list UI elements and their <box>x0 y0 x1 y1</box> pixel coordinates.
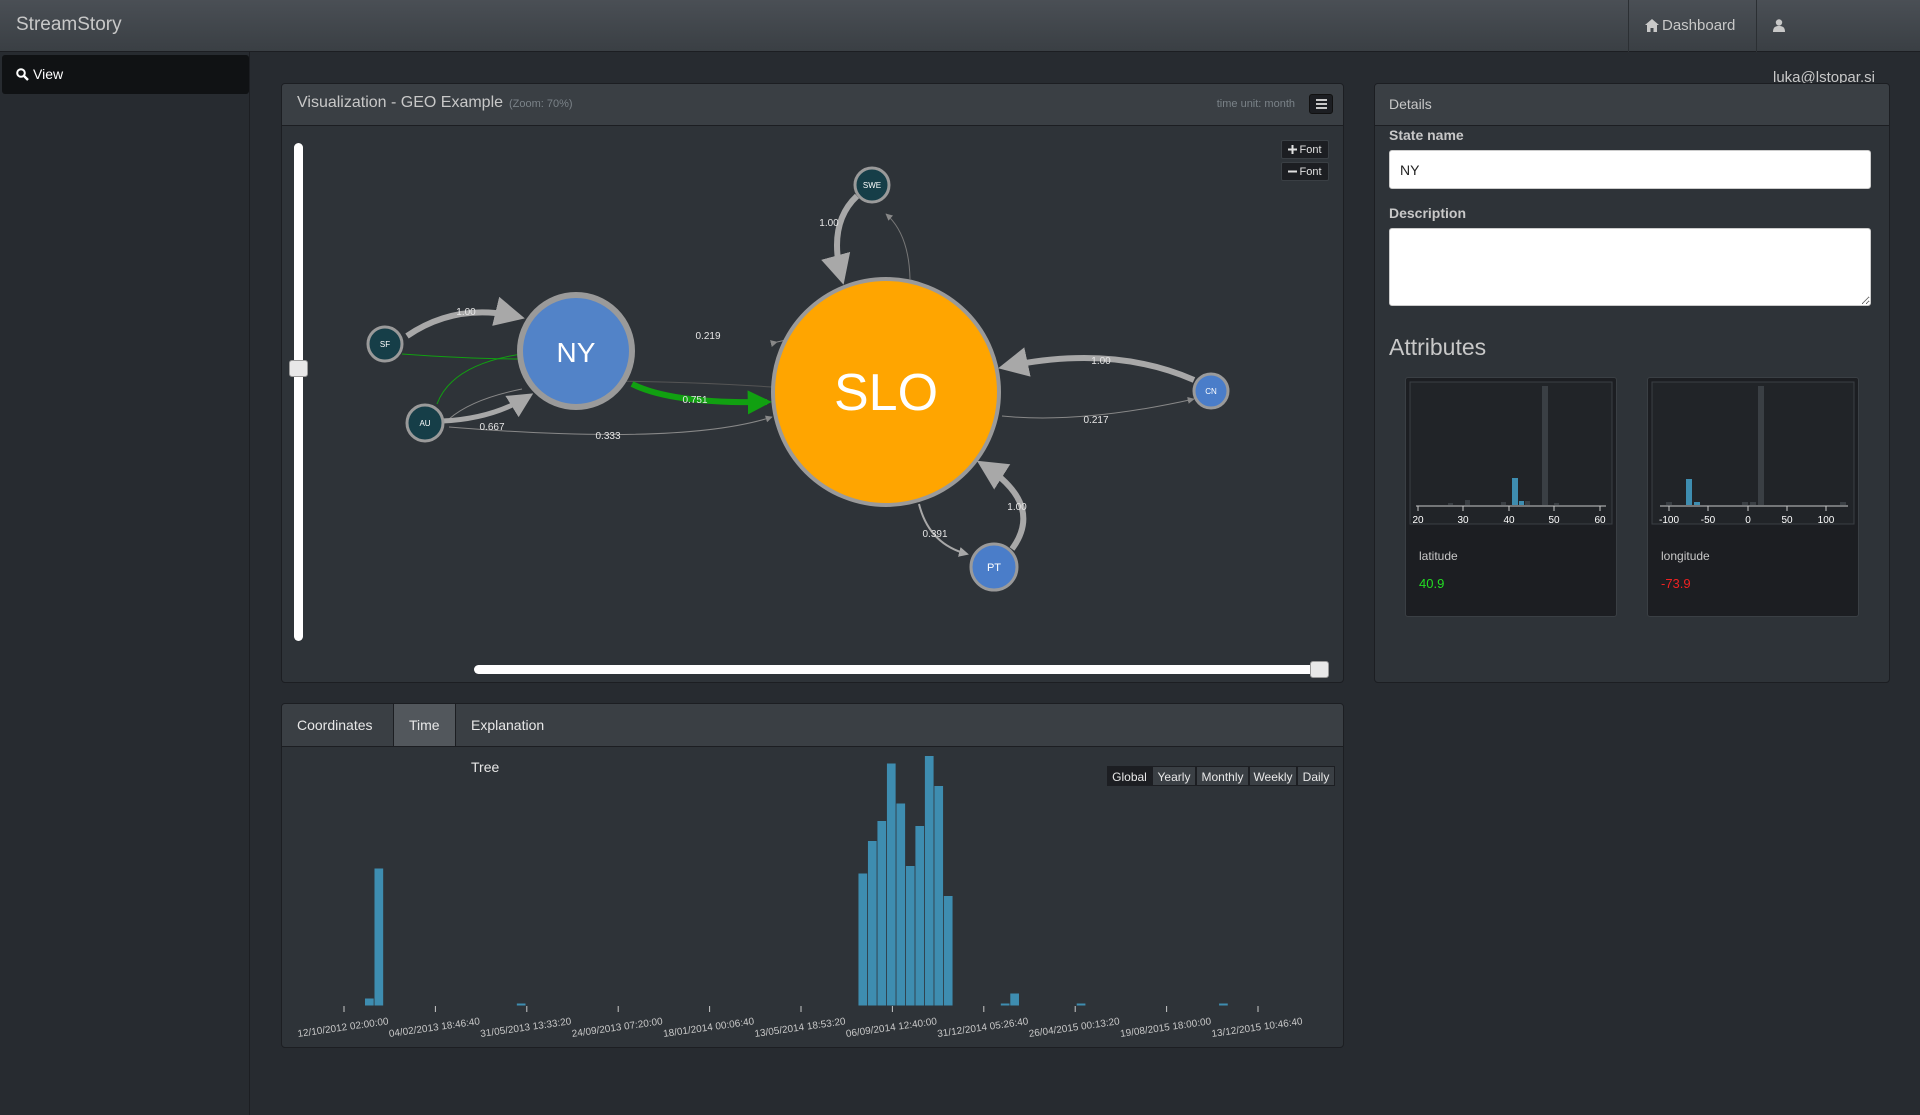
time-bar <box>943 896 953 1006</box>
attribute-card-longitude: -100 -50 0 50 100 longitude -73.9 <box>1647 377 1859 617</box>
state-graph[interactable]: 1.00 1.00 0.219 0.751 0.667 0.333 1.00 0… <box>282 84 1344 683</box>
time-bar <box>886 763 896 1006</box>
time-bar <box>924 756 934 1006</box>
time-tick-label: 31/05/2013 13:33:20 <box>480 1016 573 1040</box>
attribute-name: longitude <box>1661 549 1710 563</box>
time-scale-slider-thumb[interactable] <box>1310 661 1329 678</box>
edge-label-au-slo: 0.333 <box>595 431 620 442</box>
edge-label-slo-pt: 0.391 <box>922 529 947 540</box>
search-icon <box>16 68 29 81</box>
time-bar <box>915 826 925 1006</box>
state-name-label: State name <box>1389 127 1464 143</box>
time-bar <box>934 786 944 1006</box>
edge-label-au-ny: 0.667 <box>479 422 504 433</box>
visualization-panel: Visualization - GEO Example (Zoom: 70%) t… <box>281 83 1344 683</box>
details-header: Details <box>1375 84 1889 126</box>
state-node-pt[interactable]: PT <box>969 542 1019 592</box>
latitude-tick: 60 <box>1594 515 1606 526</box>
time-bar <box>905 866 915 1006</box>
svg-text:CN: CN <box>1205 387 1217 396</box>
sidebar-item-label: View <box>33 66 64 82</box>
time-bar <box>1010 993 1019 1006</box>
time-tick-label: 19/08/2015 18:00:00 <box>1119 1016 1212 1040</box>
time-tick-label: 06/09/2014 12:40:00 <box>845 1016 938 1040</box>
edge-label-slo-cn: 0.217 <box>1083 415 1108 426</box>
state-node-slo[interactable]: SLO <box>771 277 1001 507</box>
svg-text:NY: NY <box>557 337 596 368</box>
time-tick-label: 31/12/2014 05:26:40 <box>937 1016 1030 1040</box>
edge-ny-sf-green <box>401 353 523 360</box>
time-bar <box>374 868 384 1006</box>
state-node-swe[interactable]: SWE <box>853 166 891 204</box>
state-node-cn[interactable]: CN <box>1192 372 1230 410</box>
user-icon <box>1773 19 1785 32</box>
longitude-tick: -100 <box>1659 515 1679 526</box>
user-menu[interactable]: luka@lstopar.si <box>1756 0 1904 132</box>
latitude-tick: 40 <box>1503 515 1515 526</box>
attribute-value: -73.9 <box>1661 576 1691 591</box>
time-bar <box>896 803 906 1006</box>
longitude-tick: 0 <box>1745 515 1751 526</box>
time-tick-label: 13/05/2014 18:53:20 <box>754 1016 847 1040</box>
state-name-input[interactable] <box>1389 150 1871 189</box>
description-label: Description <box>1389 205 1467 221</box>
longitude-tick: 100 <box>1818 515 1835 526</box>
time-tick-label: 18/01/2014 00:06:40 <box>662 1016 755 1040</box>
edge-label-ny-slo: 0.751 <box>682 395 707 406</box>
svg-text:PT: PT <box>987 562 1001 574</box>
state-node-ny[interactable]: NY <box>517 292 635 410</box>
time-tick-label: 24/09/2013 07:20:00 <box>571 1016 664 1040</box>
svg-text:AU: AU <box>419 419 430 428</box>
svg-text:SF: SF <box>380 340 390 349</box>
edge-label-slo-ny: 0.219 <box>695 331 720 342</box>
state-node-au[interactable]: AU <box>405 403 445 443</box>
edge-slo-swe <box>885 213 911 280</box>
time-tick-label: 13/12/2015 10:46:40 <box>1211 1016 1304 1040</box>
bottom-panel: Coordinates Time Explanation Tree Global… <box>281 703 1344 1048</box>
time-bar <box>867 841 877 1006</box>
attributes-title: Attributes <box>1389 334 1487 360</box>
edge-label-cn-slo: 1.00 <box>1091 356 1111 367</box>
latitude-tick: 50 <box>1548 515 1560 526</box>
app-brand[interactable]: StreamStory <box>16 14 122 36</box>
time-bar <box>877 821 887 1006</box>
time-tick-label: 04/02/2013 18:46:40 <box>388 1016 481 1040</box>
dashboard-label: Dashboard <box>1662 17 1736 34</box>
time-bar <box>858 873 868 1006</box>
state-node-sf[interactable]: SF <box>366 325 404 363</box>
sidebar: View <box>0 52 250 1115</box>
time-tick-label: 12/10/2012 02:00:00 <box>297 1016 390 1040</box>
latitude-tick: 30 <box>1457 515 1469 526</box>
svg-text:SLO: SLO <box>834 364 938 422</box>
dashboard-link[interactable]: Dashboard <box>1628 0 1756 52</box>
edge-ny-au-green <box>436 353 523 405</box>
edge-label-pt-slo: 1.00 <box>1007 502 1027 513</box>
svg-text:SWE: SWE <box>863 181 881 190</box>
attribute-value: 40.9 <box>1419 576 1445 591</box>
time-tick-label: 26/04/2015 00:13:20 <box>1028 1016 1121 1040</box>
edge-au-ny <box>441 393 534 424</box>
edge-swe-slo <box>821 193 860 285</box>
zoom-slider-thumb[interactable] <box>289 360 308 377</box>
attribute-name: latitude <box>1419 549 1458 563</box>
details-panel: Details State name Description Attribute… <box>1374 83 1890 683</box>
details-title: Details <box>1389 96 1432 112</box>
navbar: StreamStory Dashboard luka@lstopar.si <box>0 0 1920 132</box>
edge-label-swe-slo: 1.00 <box>819 218 839 229</box>
zoom-slider-track[interactable] <box>294 143 303 641</box>
latitude-tick: 20 <box>1412 515 1424 526</box>
longitude-tick: 50 <box>1781 515 1793 526</box>
edge-label-sf-ny: 1.00 <box>456 307 476 318</box>
latitude-histogram: 20 30 40 50 60 <box>1409 381 1613 526</box>
time-bar <box>365 998 374 1006</box>
longitude-tick: -50 <box>1701 515 1716 526</box>
time-scale-slider-track[interactable] <box>474 665 1316 674</box>
home-icon <box>1645 19 1659 32</box>
sidebar-item-view[interactable]: View <box>2 55 249 94</box>
time-histogram: 12/10/2012 02:00:0004/02/2013 18:46:4031… <box>297 756 1322 1040</box>
longitude-histogram: -100 -50 0 50 100 <box>1651 381 1855 526</box>
description-textarea[interactable] <box>1389 228 1871 306</box>
attribute-card-latitude: 20 30 40 50 60 latitude 40.9 <box>1405 377 1617 617</box>
